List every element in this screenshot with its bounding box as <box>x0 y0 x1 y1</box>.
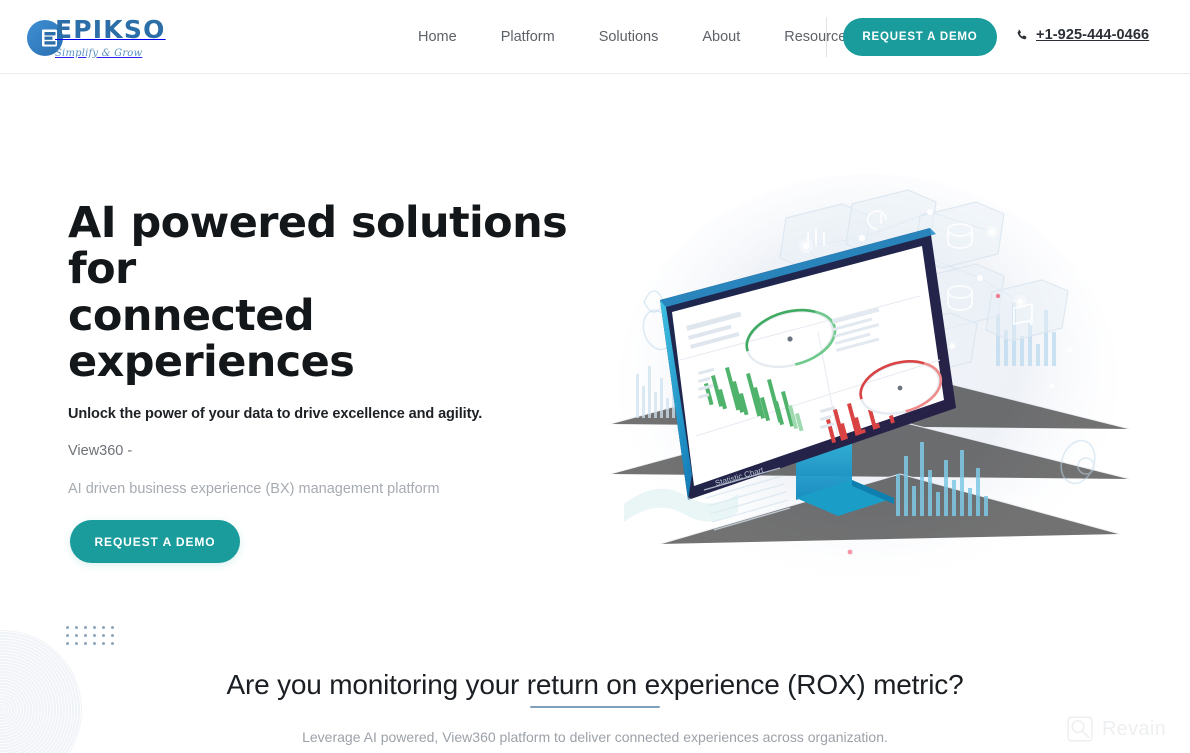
hero-title-line-2: connected experiences <box>68 290 355 388</box>
logo-link[interactable]: EPIKSO Simplify & Grow <box>24 12 194 64</box>
hero-product-description: AI driven business experience (BX) manag… <box>68 480 440 497</box>
dot <box>84 642 87 645</box>
hero-product-name: View360 - <box>68 442 133 459</box>
dot <box>75 642 78 645</box>
dot <box>102 634 105 637</box>
header-divider <box>826 17 827 57</box>
dot <box>84 634 87 637</box>
hero-copy: AI powered solutions for connected exper… <box>68 200 588 497</box>
primary-navigation: Home Platform Solutions About Resources <box>396 0 876 74</box>
dot <box>66 634 69 637</box>
hero-illustration: Statistic Chart <box>600 174 1140 614</box>
decorative-dot-grid <box>66 626 118 645</box>
phone-icon <box>1016 28 1029 43</box>
hero-request-demo-button[interactable]: REQUEST A DEMO <box>70 520 240 563</box>
nav-item-platform[interactable]: Platform <box>479 0 577 74</box>
phone-number: +1-925-444-0466 <box>1036 27 1150 43</box>
dot <box>75 634 78 637</box>
revain-magnifier-icon <box>1067 716 1093 742</box>
dot <box>93 634 96 637</box>
nav-item-about[interactable]: About <box>680 0 762 74</box>
site-header: EPIKSO Simplify & Grow Home Platform Sol… <box>0 0 1190 74</box>
rox-divider <box>530 706 660 708</box>
logo-wordmark: EPIKSO Simplify & Grow <box>55 15 194 61</box>
revain-watermark-label: Revain <box>1101 717 1166 740</box>
hero-title-line-1: AI powered solutions for <box>68 198 568 295</box>
dot <box>111 626 114 629</box>
dot <box>111 634 114 637</box>
dot <box>111 642 114 645</box>
dot <box>75 626 78 629</box>
rox-subheading: Leverage AI powered, View360 platform to… <box>302 729 888 745</box>
dot <box>93 642 96 645</box>
hero-subtitle: Unlock the power of your data to drive e… <box>68 405 483 422</box>
dot <box>84 626 87 629</box>
hero-title: AI powered solutions for connected exper… <box>68 200 588 386</box>
rox-heading: Are you monitoring your return on experi… <box>226 669 964 700</box>
dot <box>102 626 105 629</box>
nav-item-solutions[interactable]: Solutions <box>577 0 681 74</box>
revain-watermark: Revain <box>1067 716 1166 742</box>
dot <box>93 626 96 629</box>
hero-section: AI powered solutions for connected exper… <box>0 74 1190 649</box>
landing-page: EPIKSO Simplify & Grow Home Platform Sol… <box>0 0 1190 753</box>
nav-item-home[interactable]: Home <box>396 0 479 74</box>
brand-name: EPIKSO <box>55 15 166 44</box>
header-request-demo-button[interactable]: REQUEST A DEMO <box>843 18 997 56</box>
dot <box>102 642 105 645</box>
brand-tagline: Simplify & Grow <box>55 48 143 59</box>
dot <box>66 642 69 645</box>
dot <box>66 626 69 629</box>
header-phone-link[interactable]: +1-925-444-0466 <box>1016 27 1149 43</box>
